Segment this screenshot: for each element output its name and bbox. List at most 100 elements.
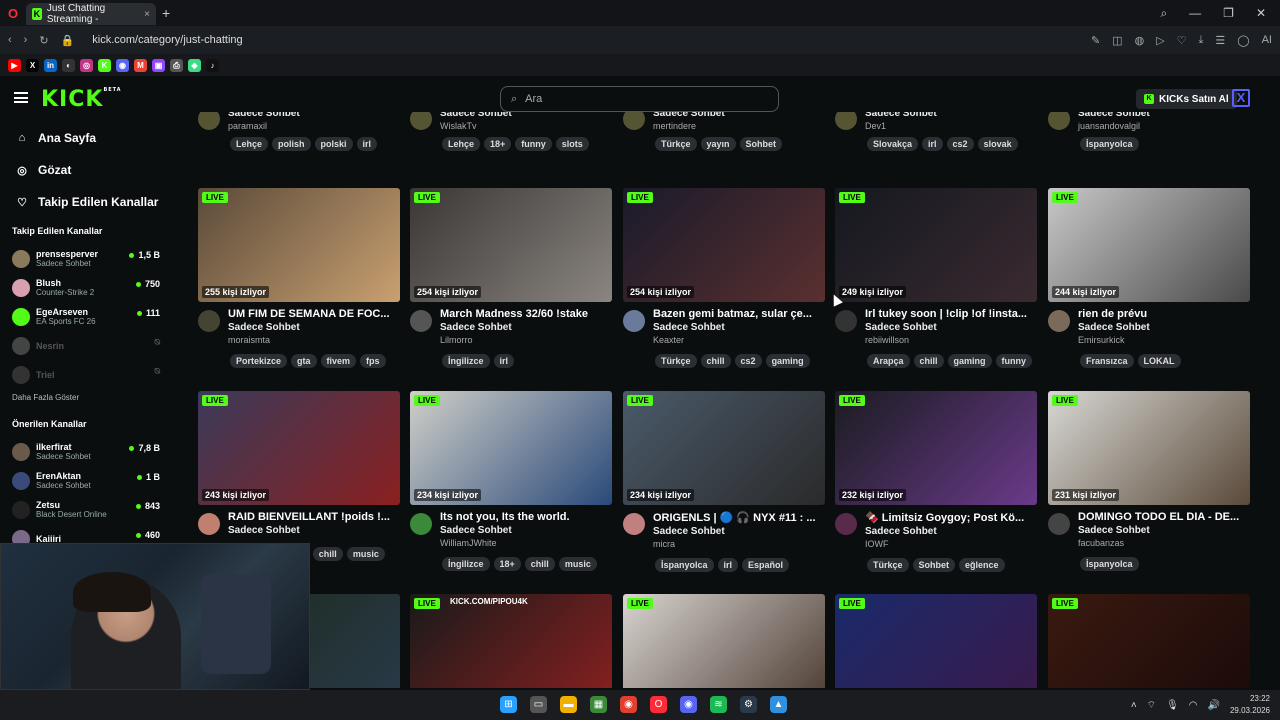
android-icon[interactable]: ◆ (188, 58, 201, 72)
tag-chip[interactable]: music (346, 547, 385, 561)
stream-card[interactable]: LIVE (835, 594, 1037, 688)
tag-chip[interactable]: Portekizce (230, 354, 288, 368)
printer-icon[interactable]: ⎙ (170, 58, 183, 72)
stream-username[interactable]: Keaxter (653, 335, 825, 345)
tag-chip[interactable]: eğlence (959, 558, 1005, 572)
stream-category[interactable]: Sadece Sohbet (653, 526, 825, 537)
stream-card[interactable]: LIVE 234 kişi izliyor Its not you, Its the… (410, 391, 612, 571)
clock[interactable]: 23:22 29.03.2026 (1230, 693, 1270, 717)
tag-chip[interactable]: funny (515, 137, 552, 151)
minimize-button[interactable]: — (1189, 6, 1201, 21)
tag-chip[interactable]: chill (700, 354, 731, 368)
spotify-icon[interactable]: ≋ (710, 696, 727, 713)
tag-chip[interactable]: Fransızca (1080, 354, 1134, 368)
stream-thumbnail[interactable]: LIVE 231 kişi izliyor (1048, 391, 1250, 505)
tag-chip[interactable]: cs2 (734, 354, 762, 368)
sidebar-channel[interactable]: Triel ⍉ (0, 360, 172, 389)
search-input[interactable]: ⌕ Ara (500, 86, 779, 112)
stream-thumbnail[interactable]: LIVE (1048, 594, 1250, 688)
stream-category[interactable]: Sadece Sohbet (1078, 112, 1150, 119)
stream-card[interactable]: Sadece Sohbet juansandovalgil İspanyolca (1048, 112, 1250, 151)
stream-card[interactable]: LIVE 234 kişi izliyor ORIGENLS | 🔵 🎧 NYX #… (623, 391, 825, 572)
stream-username[interactable]: facubanzas (1078, 538, 1250, 548)
tag-chip[interactable]: polish (272, 137, 311, 151)
tag-chip[interactable]: İspanyolca (1080, 557, 1139, 571)
twitch-icon[interactable]: ▣ (152, 58, 165, 72)
sidebar-nav-compass[interactable]: ◎ Gözat (0, 154, 172, 186)
tag-chip[interactable]: chill (913, 354, 944, 368)
discord-icon[interactable]: ◉ (680, 696, 697, 713)
calculator-icon[interactable]: ▦ (590, 696, 607, 713)
stream-category[interactable]: Sadece Sohbet (228, 322, 400, 333)
avatar[interactable] (1048, 513, 1070, 535)
stream-title[interactable]: Bazen gemi batmaz, sular çe... (653, 308, 825, 320)
stream-card[interactable]: LIVE 232 kişi izliyor 🍫 Limitsiz Goygoy; P… (835, 391, 1037, 572)
stream-title[interactable]: RAID BIENVEILLANT !poids !... (228, 511, 400, 523)
stream-category[interactable]: Sadece Sohbet (1078, 322, 1250, 333)
stream-title[interactable]: rien de prévu (1078, 308, 1250, 320)
new-tab-button[interactable]: + (162, 5, 170, 21)
tag-chip[interactable]: gaming (765, 354, 810, 368)
tag-chip[interactable]: slots (555, 137, 589, 151)
discord-icon[interactable]: ◉ (116, 58, 129, 72)
browser-tab[interactable]: K Just Chatting Streaming - × (26, 3, 156, 25)
sidebar-channel[interactable]: prensesperver Sadece Sohbet 1,5 B (0, 244, 172, 273)
github-icon[interactable]: ◐ (62, 58, 75, 72)
stream-card[interactable]: Sadece Sohbet paramaxil Lehçe polish polski i… (198, 112, 400, 151)
tag-chip[interactable]: gaming (947, 354, 992, 368)
stream-username[interactable]: Emirsurkick (1078, 335, 1250, 345)
stream-card[interactable]: LIVE (623, 594, 825, 688)
wifi-icon[interactable]: ◠ (1189, 700, 1198, 711)
shield-icon[interactable]: ◍ (1135, 34, 1145, 47)
stream-title[interactable]: DOMINGO TODO EL DIA - DE... (1078, 511, 1250, 523)
opera-menu-icon[interactable]: O (0, 0, 26, 26)
stream-thumbnail[interactable]: LIVE 249 kişi izliyor (835, 188, 1037, 302)
sidebar-channel[interactable]: EgeArseven EA Sports FC 26 111 (0, 302, 172, 331)
x-logo-icon[interactable]: X (1232, 89, 1250, 107)
stream-username[interactable]: WilliamJWhite (440, 538, 612, 548)
stream-title[interactable]: Irl tukey soon | !clip !of !insta... (865, 308, 1037, 320)
profile-icon[interactable]: ◯ (1237, 34, 1249, 47)
stream-category[interactable]: Sadece Sohbet (1078, 525, 1250, 536)
sidebar-nav-heart[interactable]: ♡ Takip Edilen Kanallar (0, 186, 172, 218)
stream-card[interactable]: LIVE 244 kişi izliyor rien de prévu Sadece … (1048, 188, 1250, 368)
kick-icon[interactable]: K (98, 58, 111, 72)
tag-chip[interactable]: Arapça (867, 354, 910, 368)
stream-thumbnail[interactable]: LIVE (835, 594, 1037, 688)
opera-icon[interactable]: O (650, 696, 667, 713)
stream-thumbnail[interactable]: LIVE 243 kişi izliyor (198, 391, 400, 505)
maximize-button[interactable]: ❐ (1223, 6, 1234, 21)
tag-chip[interactable]: irl (356, 137, 378, 151)
stream-card[interactable]: LIVE 255 kişi izliyor UM FIM DE SEMANA DE … (198, 188, 400, 368)
stream-category[interactable]: Sadece Sohbet (440, 112, 512, 119)
url-field[interactable]: kick.com/category/just-chatting (92, 34, 242, 46)
stream-title[interactable]: March Madness 32/60 !stake (440, 308, 612, 320)
tag-chip[interactable]: Slovakça (867, 137, 919, 151)
tag-chip[interactable]: slovak (977, 137, 1018, 151)
stream-title[interactable]: 🍫 Limitsiz Goygoy; Post Kö... (865, 511, 1037, 524)
search-tabs-icon[interactable]: ⌕ (1160, 6, 1167, 21)
stream-category[interactable]: Sadece Sohbet (228, 525, 400, 536)
lock-icon[interactable]: 🔒 (61, 34, 75, 47)
stream-card[interactable]: LIVE 231 kişi izliyor DOMINGO TODO EL DIA … (1048, 391, 1250, 571)
stream-category[interactable]: Sadece Sohbet (440, 322, 612, 333)
stream-card[interactable]: Sadece Sohbet mertindere Türkçe yayın Sohbet (623, 112, 825, 151)
tag-chip[interactable]: irl (922, 137, 943, 151)
stream-username[interactable]: juansandovalgil (1078, 121, 1150, 131)
stream-thumbnail[interactable]: LIVE 254 kişi izliyor (410, 188, 612, 302)
stream-username[interactable]: WislakTv (440, 121, 512, 131)
stream-card[interactable]: LIVE (1048, 594, 1250, 688)
tag-chip[interactable]: Español (742, 558, 790, 572)
tag-chip[interactable]: music (558, 557, 597, 571)
linkedin-icon[interactable]: in (44, 58, 57, 72)
avatar[interactable] (410, 310, 432, 332)
avatar[interactable] (835, 310, 857, 332)
tag-chip[interactable]: LOKAL (1137, 354, 1181, 368)
stream-card[interactable]: Sadece Sohbet WislakTv Lehçe 18+ funny slots (410, 112, 612, 151)
stream-username[interactable]: rebiiwillson (865, 335, 1037, 345)
close-tab-icon[interactable]: × (144, 9, 150, 20)
forward-icon[interactable]: › (24, 34, 28, 46)
stream-card[interactable]: LIVE 249 kişi izliyor Irl tukey soon | !cl… (835, 188, 1037, 368)
stream-username[interactable]: paramaxil (228, 121, 300, 131)
stream-username[interactable]: IOWF (865, 539, 1037, 549)
